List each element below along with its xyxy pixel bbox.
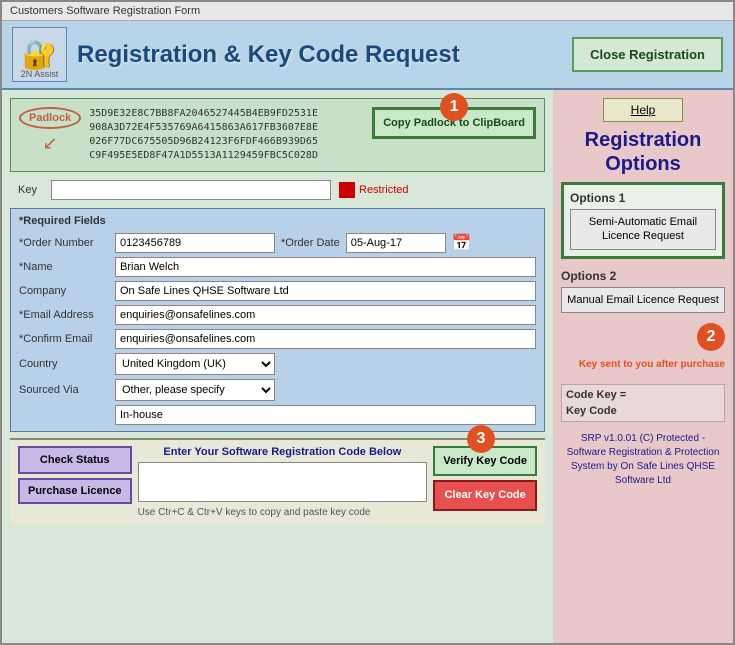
order-number-input[interactable]: [115, 233, 275, 253]
confirm-email-row: *Confirm Email: [19, 329, 536, 349]
check-status-button[interactable]: Check Status: [18, 446, 132, 474]
name-input[interactable]: [115, 257, 536, 277]
required-fields-label: *Required Fields: [19, 215, 536, 227]
right-panel: Help Registration Options Options 1 Semi…: [553, 90, 733, 643]
email-label: *Email Address: [19, 309, 109, 321]
order-date-label: *Order Date: [281, 237, 340, 249]
purchase-licence-button[interactable]: Purchase Licence: [18, 478, 132, 504]
options2-button[interactable]: Manual Email Licence Request: [561, 287, 725, 313]
form-section: *Required Fields *Order Number *Order Da…: [10, 208, 545, 432]
company-label: Company: [19, 285, 109, 297]
confirm-email-input[interactable]: [115, 329, 536, 349]
reg-code-area: Enter Your Software Registration Code Be…: [138, 446, 428, 518]
restricted-box-icon: [339, 182, 355, 198]
country-row: Country United Kingdom (UK): [19, 353, 536, 375]
step1-bubble: 1: [440, 93, 468, 121]
name-label: *Name: [19, 261, 109, 273]
company-input[interactable]: [115, 281, 536, 301]
options2-container: Options 2 Manual Email Licence Request: [561, 269, 725, 313]
step2-bubble: 2: [697, 323, 725, 351]
clear-key-code-button[interactable]: Clear Key Code: [433, 480, 537, 510]
sourced-via-row: Sourced Via Other, please specify: [19, 379, 536, 401]
step3-bubble: 3: [467, 425, 495, 453]
key-sent-text: Key sent to you after purchase: [561, 359, 725, 370]
country-select[interactable]: United Kingdom (UK): [115, 353, 275, 375]
padlock-wrapper: Padlock ↙ 35D9E32E8C7BB8FA2046527445B4EB…: [10, 98, 545, 172]
email-row: *Email Address: [19, 305, 536, 325]
order-row: *Order Number *Order Date 📅: [19, 233, 536, 253]
options2-label: Options 2: [561, 269, 725, 283]
order-date-input[interactable]: [346, 233, 446, 253]
header-row: 🔐 2N Assist Registration & Key Code Requ…: [2, 21, 733, 90]
copy-btn-container: 1 Copy Padlock to ClipBoard: [372, 107, 536, 139]
main-window: Customers Software Registration Form 🔐 2…: [0, 0, 735, 645]
options1-label: Options 1: [570, 191, 716, 205]
key-input[interactable]: [51, 180, 331, 200]
title-bar: Customers Software Registration Form: [2, 2, 733, 21]
bottom-section: 3 Check Status Purchase Licence Enter Yo…: [10, 438, 545, 524]
restricted-label: Restricted: [359, 184, 409, 196]
app-logo: 🔐 2N Assist: [12, 27, 67, 82]
name-row: *Name: [19, 257, 536, 277]
padlock-arrow-icon: ↙: [43, 133, 58, 154]
sourced-via-select[interactable]: Other, please specify: [115, 379, 275, 401]
verify-clear-buttons: Verify Key Code Clear Key Code: [433, 446, 537, 511]
padlock-label: Padlock: [19, 107, 81, 129]
key-label: Key: [18, 184, 43, 196]
padlock-section: Padlock ↙ 35D9E32E8C7BB8FA2046527445B4EB…: [10, 98, 545, 172]
sourced-via-input-row: [19, 405, 536, 425]
order-number-label: *Order Number: [19, 237, 109, 249]
left-buttons: Check Status Purchase Licence: [18, 446, 132, 504]
padlock-label-area: Padlock ↙: [19, 107, 81, 154]
sourced-via-text-input[interactable]: [115, 405, 536, 425]
reg-code-input[interactable]: [138, 462, 428, 502]
reg-code-hint: Use Ctr+C & Ctr+V keys to copy and paste…: [138, 507, 428, 518]
left-panel: Padlock ↙ 35D9E32E8C7BB8FA2046527445B4EB…: [2, 90, 553, 643]
code-key-section: Code Key = Key Code: [561, 384, 725, 422]
padlock-hash-text: 35D9E32E8C7BB8FA2046527445B4EB9FD2531E 9…: [89, 107, 364, 163]
email-input[interactable]: [115, 305, 536, 325]
close-registration-button[interactable]: Close Registration: [572, 37, 723, 72]
reg-options-title: Registration Options: [561, 128, 725, 176]
confirm-email-label: *Confirm Email: [19, 333, 109, 345]
options1-box: Options 1 Semi-Automatic Email Licence R…: [561, 182, 725, 259]
key-code-label: Key Code: [566, 405, 720, 417]
main-content: Padlock ↙ 35D9E32E8C7BB8FA2046527445B4EB…: [2, 90, 733, 643]
restricted-badge: Restricted: [339, 182, 409, 198]
calendar-icon[interactable]: 📅: [452, 233, 472, 253]
code-key-label: Code Key =: [566, 389, 720, 401]
options1-button[interactable]: Semi-Automatic Email Licence Request: [570, 209, 716, 250]
help-button[interactable]: Help: [603, 98, 683, 122]
key-row: Key Restricted: [10, 178, 545, 202]
app-title: Registration & Key Code Request: [77, 41, 572, 69]
company-row: Company: [19, 281, 536, 301]
sourced-via-label: Sourced Via: [19, 384, 109, 396]
step2-area: 2: [561, 323, 725, 351]
srp-text: SRP v1.0.01 (C) Protected - Software Reg…: [561, 432, 725, 488]
reg-code-title: Enter Your Software Registration Code Be…: [138, 446, 428, 458]
window-title: Customers Software Registration Form: [10, 5, 200, 17]
country-label: Country: [19, 358, 109, 370]
